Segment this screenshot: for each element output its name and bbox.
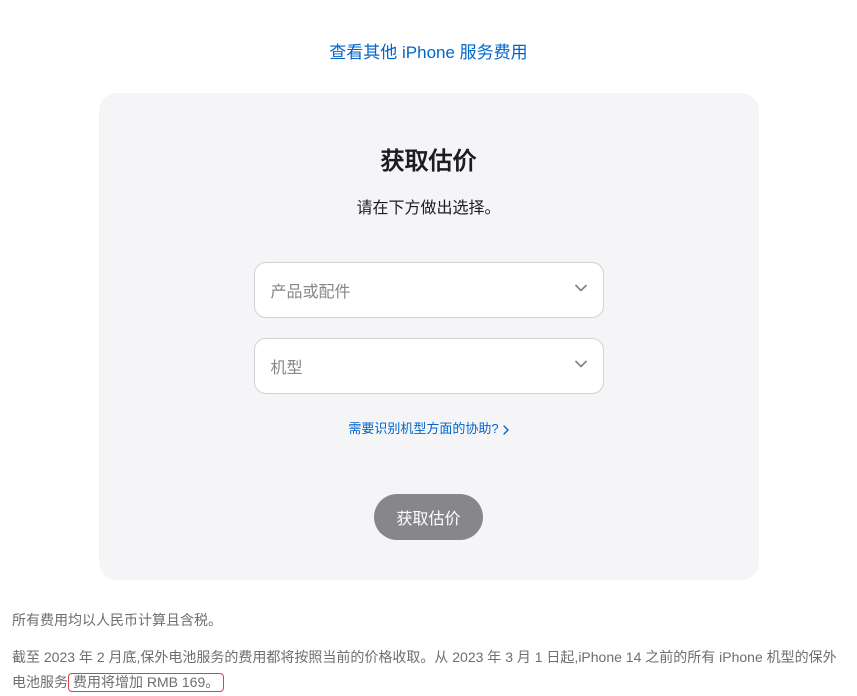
other-services-link[interactable]: 查看其他 iPhone 服务费用	[329, 43, 527, 62]
get-estimate-button[interactable]: 获取估价	[374, 494, 482, 540]
model-select[interactable]: 机型	[254, 338, 604, 394]
model-select-placeholder: 机型	[271, 354, 303, 378]
chevron-down-icon	[575, 360, 587, 372]
chevron-right-icon	[503, 423, 509, 433]
product-select-wrapper: 产品或配件	[254, 262, 604, 318]
disclaimer-section: 所有费用均以人民币计算且含税。 截至 2023 年 2 月底,保外电池服务的费用…	[12, 608, 845, 696]
identify-model-help-link[interactable]: 需要识别机型方面的协助?	[348, 418, 508, 437]
model-select-wrapper: 机型	[254, 338, 604, 394]
top-link-container: 查看其他 iPhone 服务费用	[0, 0, 857, 93]
product-select-placeholder: 产品或配件	[271, 278, 351, 302]
estimate-card: 获取估价 请在下方做出选择。 产品或配件 机型 需要识别机型方面的协助?	[99, 93, 759, 580]
help-link-label: 需要识别机型方面的协助?	[348, 418, 498, 437]
disclaimer-line-1: 所有费用均以人民币计算且含税。	[12, 608, 845, 633]
card-subtitle: 请在下方做出选择。	[139, 194, 719, 218]
card-title: 获取估价	[139, 141, 719, 176]
product-select[interactable]: 产品或配件	[254, 262, 604, 318]
disclaimer-line-2: 截至 2023 年 2 月底,保外电池服务的费用都将按照当前的价格收取。从 20…	[12, 645, 845, 695]
disclaimer-highlight: 费用将增加 RMB 169。	[68, 673, 224, 692]
help-link-container: 需要识别机型方面的协助?	[139, 418, 719, 438]
chevron-down-icon	[575, 284, 587, 296]
